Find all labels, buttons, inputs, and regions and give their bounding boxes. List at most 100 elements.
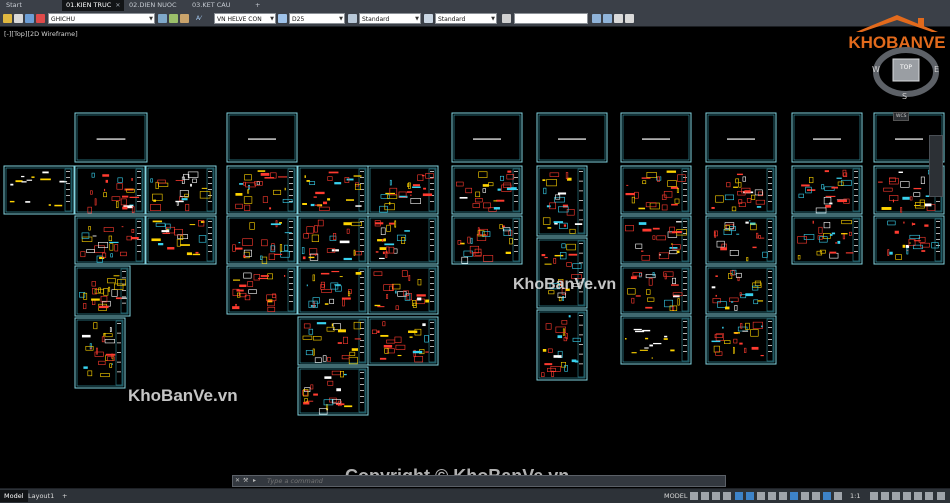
table-style-value: Standard <box>362 16 390 23</box>
tab-label: 01.KIEN TRUC <box>66 1 112 9</box>
tab-ket-cau[interactable]: 03.KET CAU <box>188 0 235 11</box>
chevron-down-icon: ▼ <box>270 16 274 22</box>
polar-icon[interactable] <box>746 492 754 500</box>
viewcube-west[interactable]: W <box>872 65 880 74</box>
osnap-icon[interactable] <box>779 492 787 500</box>
chevron-down-icon: ▼ <box>415 16 419 22</box>
drawing-sheet <box>451 165 523 215</box>
watermark-text: KhoBanVe.vn <box>513 276 617 293</box>
lightbulb-icon[interactable] <box>14 14 23 23</box>
multileader-style-dropdown[interactable]: Standard ▼ <box>435 13 497 24</box>
grid-icon[interactable] <box>690 492 698 500</box>
workspace-icon[interactable] <box>881 492 889 500</box>
close-icon[interactable]: ✕ <box>115 2 120 9</box>
new-tab-button[interactable]: + <box>251 0 264 11</box>
tab-kien-truc[interactable]: 01.KIEN TRUC ✕ <box>62 0 125 11</box>
tab-label: + <box>255 1 261 9</box>
drawing-sheet <box>536 237 588 309</box>
add-layout-button[interactable]: + <box>58 490 71 502</box>
properties-toolbar: GHICHU ▼ A⁄ VN HELVE CON ▼ D25 ▼ Standard ▼ … <box>0 11 950 27</box>
wrench-icon[interactable]: ⚒ <box>243 477 248 484</box>
drawing-sheet <box>705 215 777 265</box>
drawing-sheets-layer <box>3 112 945 416</box>
chevron-down-icon: ▼ <box>339 16 343 22</box>
search-field[interactable] <box>514 13 588 24</box>
drawing-sheet <box>226 165 298 215</box>
lock-icon[interactable] <box>25 14 34 23</box>
table-style-dropdown[interactable]: Standard ▼ <box>359 13 421 24</box>
drawing-sheet <box>705 315 777 365</box>
drawing-sheet <box>226 215 298 265</box>
customization-icon[interactable] <box>937 492 945 500</box>
drawing-sheet <box>620 215 692 265</box>
table-style-icon <box>348 14 357 23</box>
drawing-sheet <box>367 215 439 265</box>
drawing-sheet <box>297 165 369 215</box>
layer-states-icon[interactable] <box>180 14 189 23</box>
color-swatch-icon[interactable] <box>36 14 45 23</box>
status-bar: Model Layout1 + MODEL 1:1 <box>0 488 950 503</box>
drawing-sheet <box>367 165 439 215</box>
object-track-icon[interactable] <box>768 492 776 500</box>
drawing-sheet <box>226 265 298 315</box>
drawing-sheet <box>297 366 369 416</box>
drawing-sheet <box>74 165 146 215</box>
drawing-sheet <box>297 265 369 315</box>
tab-label: Start <box>6 1 22 9</box>
print-icon[interactable] <box>625 14 634 23</box>
snap-icon[interactable] <box>701 492 709 500</box>
text-style-dropdown[interactable]: VN HELVE CON ▼ <box>214 13 276 24</box>
dim-style-dropdown[interactable]: D25 ▼ <box>289 13 345 24</box>
viewcube-south[interactable]: S <box>902 92 907 101</box>
save-icon[interactable] <box>614 14 623 23</box>
cover-sheet <box>226 112 298 163</box>
annotation-monitor-icon[interactable] <box>892 492 900 500</box>
command-prompt-icon: ▸ <box>253 477 257 484</box>
dynamic-input-icon[interactable] <box>723 492 731 500</box>
gear-icon[interactable] <box>870 492 878 500</box>
tab-start[interactable]: Start <box>2 0 26 11</box>
viewcube[interactable]: TOP W E S <box>872 47 939 105</box>
drawing-sheet <box>74 265 131 317</box>
selection-cycling-icon[interactable] <box>812 492 820 500</box>
transparency-icon[interactable] <box>801 492 809 500</box>
isodraft-icon[interactable] <box>757 492 765 500</box>
drawing-sheet <box>620 165 692 215</box>
cover-sheet <box>620 112 692 163</box>
drawing-sheet <box>791 215 863 265</box>
infer-icon[interactable] <box>712 492 720 500</box>
command-input[interactable] <box>267 476 707 486</box>
viewport-controls[interactable]: [-][Top][2D Wireframe] <box>4 30 78 38</box>
layout1-tab[interactable]: Layout1 <box>24 490 58 502</box>
isolate-objects-icon[interactable] <box>925 492 933 500</box>
sun-icon[interactable] <box>3 14 12 23</box>
layout-icon[interactable] <box>592 14 601 23</box>
tab-dien-nuoc[interactable]: 02.DIEN NUOC <box>125 0 181 11</box>
close-icon[interactable]: ✕ <box>235 477 240 484</box>
drawing-sheet <box>536 165 588 237</box>
chevron-down-icon: ▼ <box>491 16 495 22</box>
navigation-bar[interactable] <box>929 135 943 197</box>
properties-icon[interactable] <box>502 14 511 23</box>
viewcube-east[interactable]: E <box>934 65 939 74</box>
autoscale-icon[interactable] <box>834 492 842 500</box>
quick-properties-icon[interactable] <box>914 492 922 500</box>
viewcube-top-face[interactable]: TOP <box>893 64 919 71</box>
viewport-icon[interactable] <box>603 14 612 23</box>
annotation-visibility-icon[interactable] <box>823 492 831 500</box>
drawing-canvas[interactable] <box>0 27 950 475</box>
annotation-scale[interactable]: 1:1 <box>846 490 864 502</box>
multileader-style-value: Standard <box>438 16 466 23</box>
layer-dropdown[interactable]: GHICHU ▼ <box>48 13 155 24</box>
model-space-button[interactable]: MODEL <box>660 490 691 502</box>
layer-match-icon[interactable] <box>158 14 167 23</box>
cover-sheet <box>705 112 777 163</box>
ortho-icon[interactable] <box>735 492 743 500</box>
layer-previous-icon[interactable] <box>169 14 178 23</box>
command-line[interactable]: ✕ ⚒ ▸ <box>232 475 726 487</box>
lineweight-icon[interactable] <box>790 492 798 500</box>
drawing-sheet <box>873 215 945 265</box>
units-icon[interactable] <box>903 492 911 500</box>
drawing-sheet <box>705 265 777 315</box>
ucs-menu[interactable]: WCS <box>893 112 910 121</box>
